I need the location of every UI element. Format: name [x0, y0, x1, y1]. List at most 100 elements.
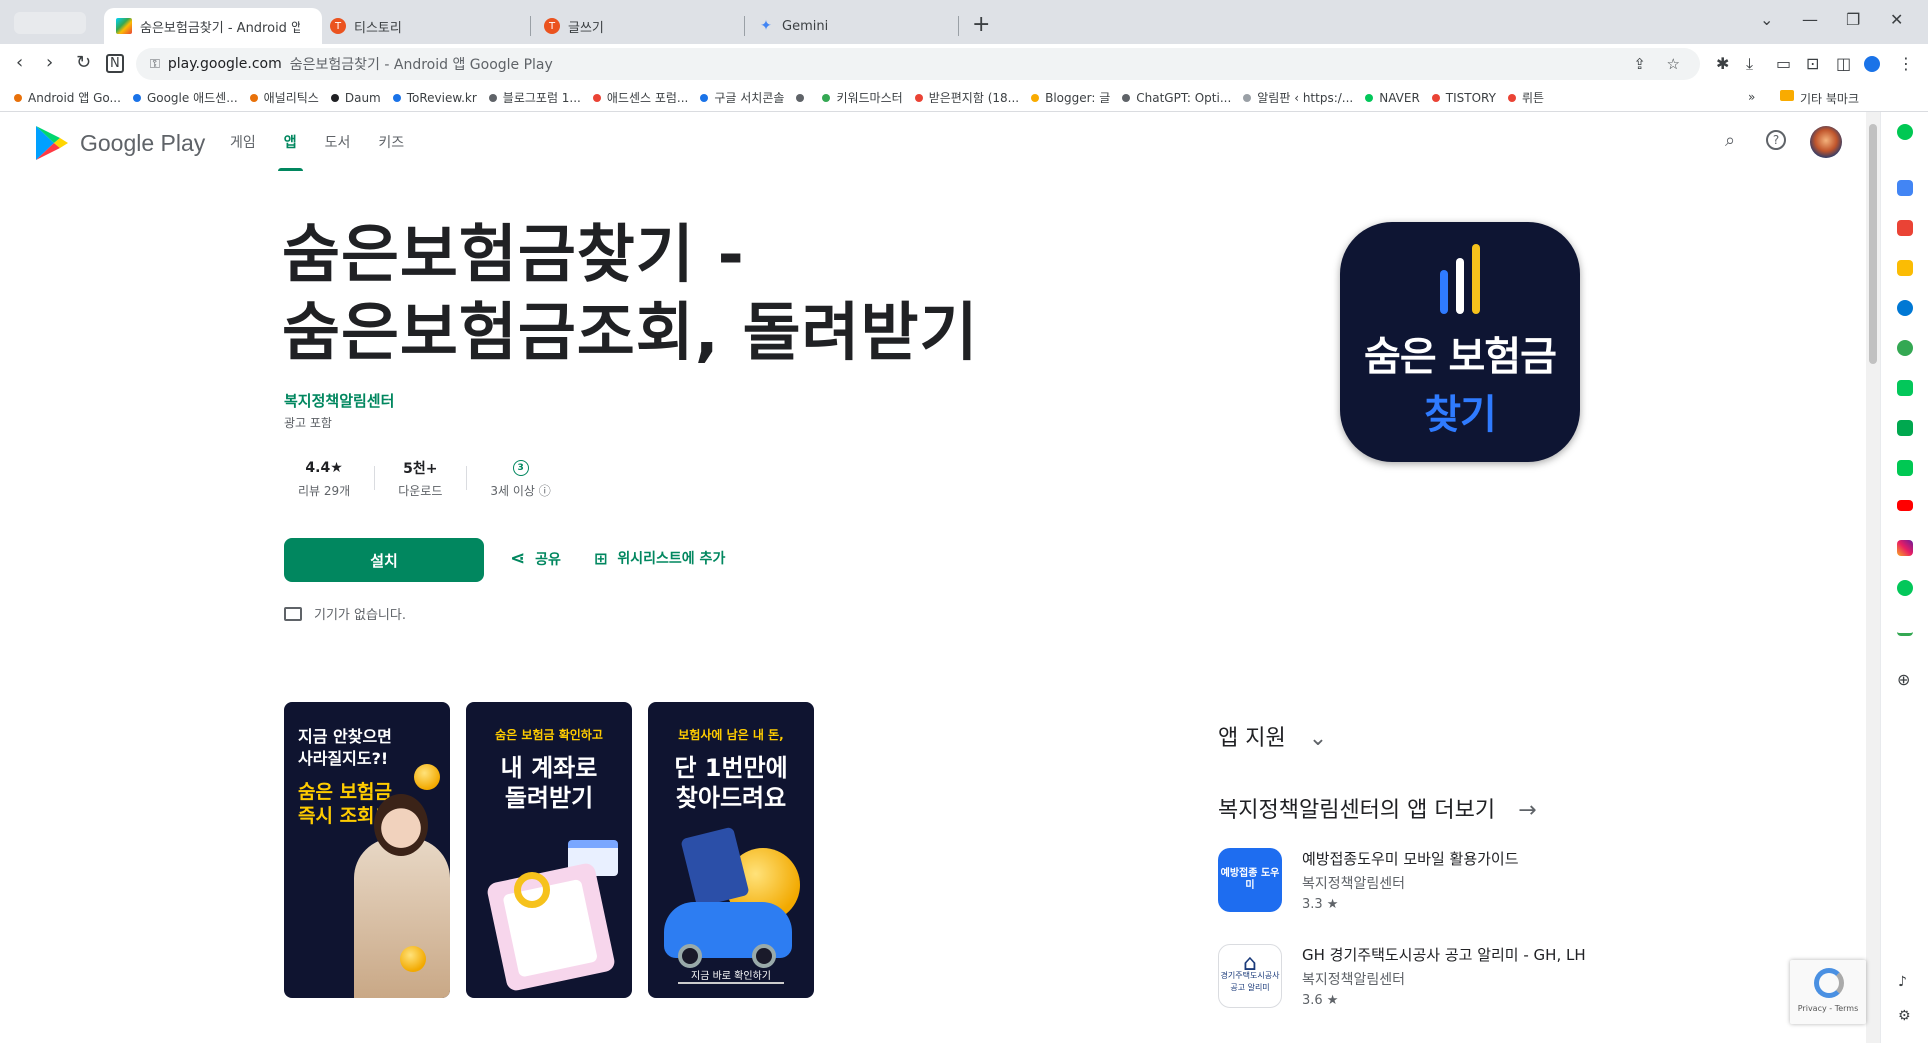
bookmark-item[interactable]: 애널리틱스: [249, 89, 319, 106]
sidepanel-app-icon[interactable]: [1897, 420, 1913, 436]
bookmark-item[interactable]: 받은편지함 (18...: [914, 89, 1019, 106]
sidepanel-app-icon[interactable]: [1897, 460, 1913, 476]
screenshot-2[interactable]: 숨은 보험금 확인하고 내 계좌로 돌려받기: [466, 702, 632, 998]
extensions-icon[interactable]: ✱: [1716, 54, 1729, 73]
tab-gemini[interactable]: ✦ Gemini: [746, 8, 958, 44]
site-info-icon[interactable]: ⚿: [150, 57, 160, 72]
related-app-icon-text: 경기주택도시공사 공고 알리미: [1220, 971, 1280, 992]
developer-link[interactable]: 복지정책알림센터: [284, 390, 394, 411]
tab-divider: [744, 16, 745, 36]
head: [374, 794, 428, 856]
profile-icon[interactable]: [1864, 56, 1880, 72]
bookmark-item[interactable]: ChatGPT: Opti...: [1122, 91, 1231, 105]
bookmark-item[interactable]: Google 애드센...: [132, 89, 238, 106]
bookmark-star-icon[interactable]: ☆: [1667, 55, 1680, 73]
menu-icon[interactable]: ⋮: [1898, 54, 1914, 73]
reload-icon[interactable]: ↻: [76, 52, 91, 73]
settings-icon[interactable]: ⚙: [1898, 1008, 1911, 1024]
recaptcha-badge[interactable]: Privacy - Terms: [1790, 960, 1866, 1024]
download-icon[interactable]: ⤓: [1746, 54, 1753, 74]
bookmark-item[interactable]: 애드센스 포럼...: [592, 89, 688, 106]
sidepanel-app-icon[interactable]: [1897, 580, 1913, 596]
bookmark-item[interactable]: 키워드마스터: [822, 89, 903, 106]
extension-n-icon[interactable]: N: [106, 54, 124, 73]
bookmark-item[interactable]: Daum: [330, 91, 381, 105]
age-rating-icon: 3: [512, 460, 529, 476]
tab-list-chevron-icon[interactable]: ⌄: [1760, 10, 1773, 29]
related-app-developer: 복지정책알림센터: [1302, 972, 1406, 988]
forward-icon[interactable]: ›: [46, 52, 53, 73]
tab-google-play[interactable]: 숨은보험금찾기 - Android 앱 Go: [104, 8, 322, 44]
bookmark-item[interactable]: Blogger: 글: [1031, 89, 1110, 106]
sidepanel-app-icon[interactable]: [1897, 180, 1913, 196]
video-icon[interactable]: ▭: [1776, 54, 1791, 73]
share-page-icon[interactable]: ⇪: [1633, 55, 1646, 73]
bookmark-item[interactable]: 블로그포럼 1...: [488, 89, 581, 106]
bookmark-favicon-icon: [1507, 93, 1516, 102]
bookmark-item[interactable]: 뤼튼: [1507, 89, 1544, 106]
share-button[interactable]: ⋖ 공유: [510, 548, 561, 569]
tab-search-icon[interactable]: [14, 12, 86, 34]
tab-tistory[interactable]: T 티스토리: [318, 8, 530, 44]
shot-sub: 숨은 보험금 확인하고: [495, 728, 603, 742]
rating-stat[interactable]: 4.4★ 리뷰 29개: [284, 458, 374, 499]
recaptcha-links[interactable]: Privacy - Terms: [1798, 1004, 1859, 1013]
nav-books[interactable]: 도서: [325, 132, 351, 152]
new-tab-icon[interactable]: +: [972, 12, 990, 37]
bookmarks-overflow-icon[interactable]: »: [1748, 90, 1755, 104]
bookmark-item[interactable]: 구글 서치콘솔: [700, 89, 784, 106]
bookmark-item[interactable]: 알림판 ‹ https:/...: [1243, 89, 1353, 106]
install-button[interactable]: 설치: [284, 538, 484, 582]
page-scrollbar[interactable]: [1866, 112, 1880, 1043]
related-app[interactable]: ⌂ 경기주택도시공사 공고 알리미 GH 경기주택도시공사 공고 알리미 - G…: [1218, 944, 1592, 1008]
help-icon[interactable]: ?: [1766, 130, 1786, 150]
tab-write[interactable]: T 글쓰기: [532, 8, 744, 44]
sidepanel-app-icon[interactable]: [1897, 620, 1913, 636]
google-play-logo[interactable]: Google Play: [34, 124, 205, 162]
nav-kids[interactable]: 키즈: [378, 132, 404, 152]
screenshot-icon[interactable]: ⊡: [1806, 54, 1819, 73]
instagram-icon[interactable]: [1897, 540, 1913, 556]
bookmarks-bar: Android 앱 Go... Google 애드센... 애널리틱스 Daum ToR…: [0, 84, 1928, 112]
youtube-icon[interactable]: [1897, 500, 1913, 511]
sidepanel-app-icon[interactable]: [1897, 340, 1913, 356]
related-app[interactable]: 예방접종 도우미 예방접종도우미 모바일 활용가이드 복지정책알림센터 3.3 …: [1218, 848, 1592, 912]
bookmark-item[interactable]: Android 앱 Go...: [14, 89, 121, 106]
sidepanel-app-icon[interactable]: [1897, 220, 1913, 236]
sidepanel-app-icon[interactable]: [1897, 124, 1913, 140]
address-bar[interactable]: ⚿ play.google.com 숨은보험금찾기 - Android 앱 Go…: [136, 48, 1700, 80]
app-support-toggle[interactable]: 앱 지원 ⌄: [1218, 720, 1327, 752]
nav-games[interactable]: 게임: [230, 132, 256, 152]
sidepanel-app-icon[interactable]: [1897, 300, 1913, 316]
minimize-icon[interactable]: —: [1802, 10, 1818, 29]
screenshot-3[interactable]: 보험사에 남은 내 돈, 단 1번만에 찾아드려요 지금 바로 확인하기: [648, 702, 814, 998]
screenshot-1[interactable]: 지금 안찾으면 사라질지도?! 숨은 보험금 즉시 조회!: [284, 702, 450, 998]
share-icon: ⋖: [510, 548, 526, 569]
more-from-developer[interactable]: 복지정책알림센터의 앱 더보기 →: [1218, 792, 1537, 824]
share-label: 공유: [535, 551, 561, 568]
avatar[interactable]: [1810, 126, 1842, 158]
bookmark-label: 알림판 ‹ https:/...: [1257, 91, 1354, 105]
bookmark-item[interactable]: [796, 93, 810, 102]
bookmark-favicon-icon: [1431, 93, 1440, 102]
bookmark-item[interactable]: TISTORY: [1431, 91, 1496, 105]
shot-big-2: 찾아드려요: [675, 784, 787, 812]
add-icon[interactable]: ⊕: [1897, 670, 1910, 689]
search-icon[interactable]: ⌕: [1718, 130, 1742, 154]
related-app-developer: 복지정책알림센터: [1302, 876, 1406, 892]
shot-sub: 보험사에 남은 내 돈,: [678, 728, 784, 742]
nav-apps[interactable]: 앱: [277, 132, 303, 171]
restore-icon[interactable]: ❐: [1846, 10, 1860, 29]
wishlist-button[interactable]: ⊞ 위시리스트에 추가: [594, 548, 725, 568]
side-panel-icon[interactable]: ◫: [1836, 54, 1851, 73]
back-icon[interactable]: ‹: [16, 52, 23, 73]
notification-bell-icon[interactable]: ♪: [1898, 974, 1907, 990]
close-icon[interactable]: ✕: [1890, 10, 1903, 29]
sidepanel-app-icon[interactable]: [1897, 260, 1913, 276]
bookmark-item[interactable]: NAVER: [1365, 91, 1420, 105]
scrollbar-thumb[interactable]: [1869, 124, 1877, 364]
age-rating-stat[interactable]: 3 3세 이상 ⓘ: [466, 458, 574, 499]
other-bookmarks-folder[interactable]: 기타 북마크: [1780, 90, 1859, 107]
sidepanel-app-icon[interactable]: [1897, 380, 1913, 396]
bookmark-item[interactable]: ToReview.kr: [392, 91, 477, 105]
